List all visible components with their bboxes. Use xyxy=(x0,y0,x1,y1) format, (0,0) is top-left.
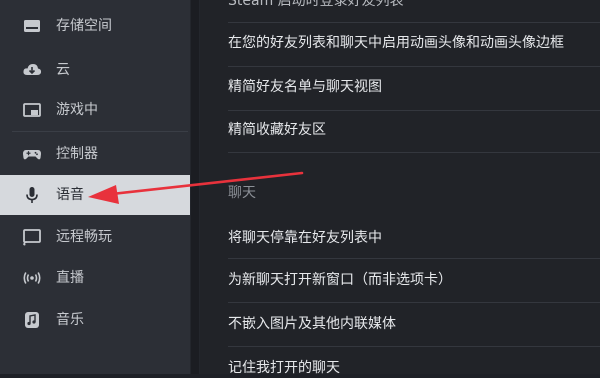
setting-option-new-window-chats[interactable]: 为新聊天打开新窗口（而非选项卡） xyxy=(228,270,452,290)
sidebar-item-in-game[interactable]: 游戏中 xyxy=(0,90,190,130)
microphone-icon xyxy=(22,185,42,205)
panel-divider xyxy=(190,0,200,374)
sidebar-item-label: 控制器 xyxy=(56,146,98,162)
sidebar-item-label: 语音 xyxy=(56,187,84,203)
gamepad-icon xyxy=(22,144,42,164)
setting-divider xyxy=(228,258,600,259)
sidebar-item-label: 远程畅玩 xyxy=(56,229,112,245)
sidebar-item-controller[interactable]: 控制器 xyxy=(0,134,190,174)
sidebar-item-label: 音乐 xyxy=(56,312,84,328)
setting-divider xyxy=(228,152,600,153)
sidebar-item-music[interactable]: 音乐 xyxy=(0,300,190,340)
setting-divider xyxy=(228,22,600,23)
broadcast-icon xyxy=(22,268,42,288)
setting-divider xyxy=(228,302,600,303)
friends-chat-settings-panel: Steam 启动时登录好友列表 在您的好友列表和聊天中启用动画头像和动画头像边框… xyxy=(200,0,600,376)
setting-option-remember-open-chats[interactable]: 记住我打开的聊天 xyxy=(228,358,340,378)
setting-option-compact-friends-list[interactable]: 精简好友名单与聊天视图 xyxy=(228,77,382,97)
sidebar-divider xyxy=(12,131,188,132)
setting-option-dock-chats[interactable]: 将聊天停靠在好友列表中 xyxy=(228,228,382,248)
setting-option-cut-off[interactable]: Steam 启动时登录好友列表 xyxy=(228,0,404,11)
sidebar-item-broadcast[interactable]: 直播 xyxy=(0,258,190,298)
music-note-icon xyxy=(22,310,42,330)
sidebar-item-remote-play[interactable]: 远程畅玩 xyxy=(0,217,190,257)
sidebar-item-label: 存储空间 xyxy=(56,18,112,34)
setting-divider xyxy=(228,66,600,67)
sidebar-item-cloud[interactable]: 云 xyxy=(0,50,190,90)
setting-option-compact-favorites[interactable]: 精简收藏好友区 xyxy=(228,120,326,140)
in-game-overlay-icon xyxy=(22,100,42,120)
setting-divider xyxy=(228,346,600,347)
cloud-sync-icon xyxy=(22,60,42,80)
sidebar-item-storage[interactable]: 存储空间 xyxy=(0,6,190,46)
sidebar-item-voice[interactable]: 语音 xyxy=(0,175,190,215)
sidebar-item-label: 云 xyxy=(56,62,70,78)
setting-option-animated-avatars[interactable]: 在您的好友列表和聊天中启用动画头像和动画头像边框 xyxy=(228,33,564,53)
setting-option-no-inline-media[interactable]: 不嵌入图片及其他内联媒体 xyxy=(228,314,396,334)
remote-play-icon xyxy=(22,227,42,247)
chat-section-title: 聊天 xyxy=(228,185,256,201)
sidebar-item-label: 直播 xyxy=(56,270,84,286)
setting-divider xyxy=(228,110,600,111)
storage-drive-icon xyxy=(22,16,42,36)
sidebar-item-label: 游戏中 xyxy=(56,102,98,118)
settings-sidebar: 存储空间 云 游戏中 控制器 语音 远程畅玩 直播 音乐 xyxy=(0,0,190,374)
